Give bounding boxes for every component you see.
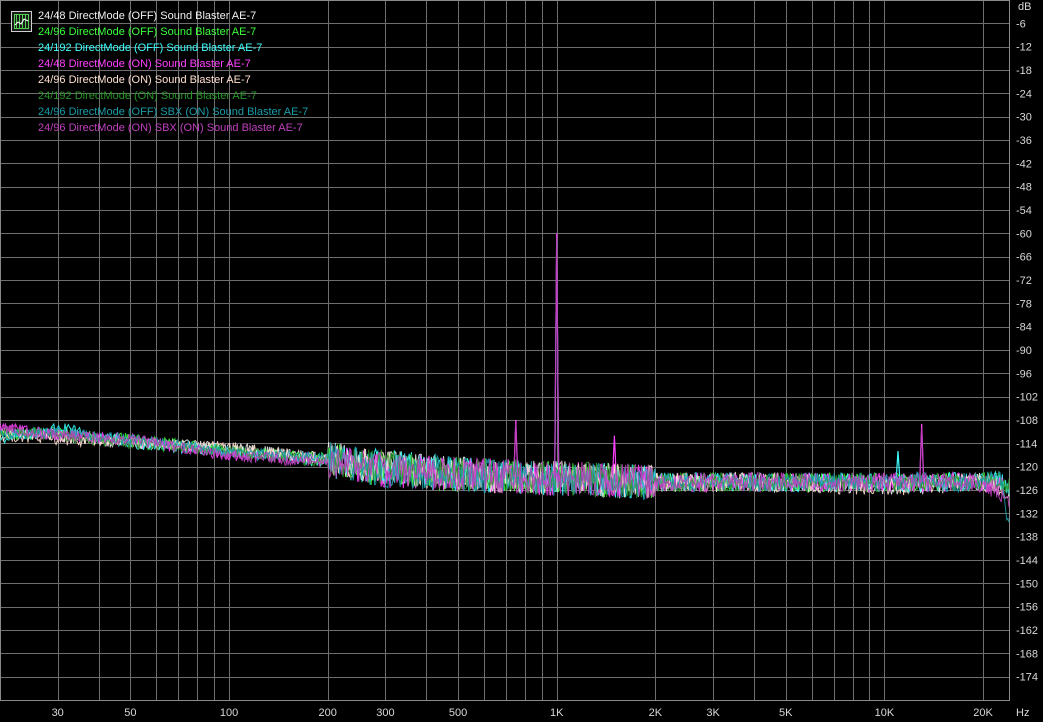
y-tick-label: -6 xyxy=(1016,18,1026,30)
y-tick-label: -72 xyxy=(1016,275,1032,287)
y-tick-label: -108 xyxy=(1016,415,1038,427)
legend-entry: 24/192 DirectMode (OFF) Sound Blaster AE… xyxy=(38,42,262,54)
y-tick-label: -90 xyxy=(1016,345,1032,357)
y-tick-label: -156 xyxy=(1016,602,1038,614)
y-tick-label: -54 xyxy=(1016,205,1032,217)
y-tick-label: -138 xyxy=(1016,532,1038,544)
legend-entry: 24/48 DirectMode (OFF) Sound Blaster AE-… xyxy=(38,10,256,22)
chart-icon[interactable] xyxy=(11,11,32,32)
legend-entry: 24/48 DirectMode (ON) Sound Blaster AE-7 xyxy=(38,58,251,70)
y-tick-label: -120 xyxy=(1016,462,1038,474)
y-tick-label: -126 xyxy=(1016,485,1038,497)
y-tick-label: -174 xyxy=(1016,672,1038,684)
y-tick-label: -132 xyxy=(1016,508,1038,520)
y-tick-label: -12 xyxy=(1016,42,1032,54)
x-tick-label: 300 xyxy=(376,707,394,719)
y-tick-label: -42 xyxy=(1016,158,1032,170)
x-axis-unit: Hz xyxy=(1016,707,1029,719)
y-tick-label: -96 xyxy=(1016,368,1032,380)
y-tick-label: -36 xyxy=(1016,135,1032,147)
y-tick-label: -30 xyxy=(1016,112,1032,124)
legend-entry: 24/96 DirectMode (ON) SBX (ON) Sound Bla… xyxy=(38,122,303,134)
y-tick-label: -84 xyxy=(1016,322,1032,334)
x-tick-label: 30 xyxy=(52,707,64,719)
legend-entry: 24/96 DirectMode (OFF) SBX (ON) Sound Bl… xyxy=(38,106,308,118)
legend-entry: 24/96 DirectMode (ON) Sound Blaster AE-7 xyxy=(38,74,251,86)
x-tick-label: 5K xyxy=(779,707,793,719)
y-tick-label: -168 xyxy=(1016,648,1038,660)
y-axis-unit: dB xyxy=(1018,1,1031,13)
y-tick-label: -66 xyxy=(1016,252,1032,264)
y-tick-label: -144 xyxy=(1016,555,1038,567)
spectrum-chart: -6 -12 -18 -24 -30 -36 -42 -48 -54 -60 -66 -72 -78 -8… xyxy=(0,0,1043,722)
legend-entry: 24/96 DirectMode (OFF) Sound Blaster AE-… xyxy=(38,26,256,38)
x-tick-label: 1K xyxy=(550,707,564,719)
x-tick-label: 50 xyxy=(124,707,136,719)
y-tick-label: -102 xyxy=(1016,392,1038,404)
x-tick-label: 500 xyxy=(449,707,467,719)
y-tick-label: -114 xyxy=(1016,438,1037,450)
y-tick-label: -162 xyxy=(1016,625,1038,637)
y-tick-label: -24 xyxy=(1016,88,1032,100)
y-tick-label: -48 xyxy=(1016,182,1032,194)
x-tick-label: 100 xyxy=(220,707,238,719)
x-tick-label: 10K xyxy=(875,707,895,719)
y-tick-label: -78 xyxy=(1016,298,1032,310)
x-tick-label: 200 xyxy=(319,707,337,719)
x-tick-label: 20K xyxy=(973,707,993,719)
x-tick-label: 2K xyxy=(649,707,663,719)
y-tick-label: -18 xyxy=(1016,65,1032,77)
x-tick-label: 3K xyxy=(706,707,720,719)
y-tick-label: -60 xyxy=(1016,228,1032,240)
y-tick-label: -150 xyxy=(1016,578,1038,590)
legend-entry: 24/192 DirectMode (ON) Sound Blaster AE-… xyxy=(38,90,257,102)
